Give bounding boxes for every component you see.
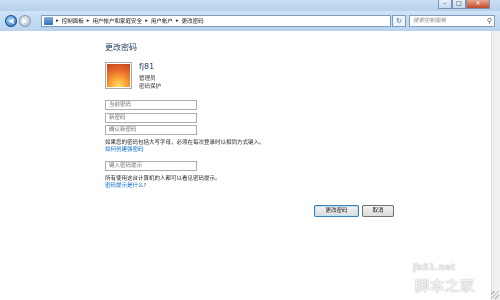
breadcrumb-change-password[interactable]: 更改密码 xyxy=(180,17,206,25)
user-role: 管理员 xyxy=(139,76,156,82)
user-protection-status: 密码保护 xyxy=(139,84,162,90)
breadcrumb-user-accounts-family-safety[interactable]: 用户帐户和家庭安全 xyxy=(91,17,145,25)
watermark-site: jb51.net xyxy=(413,263,456,273)
password-hint-help-link[interactable]: 密码提示是什么? xyxy=(105,181,146,189)
search-icon[interactable]: ⚲ xyxy=(487,16,492,26)
page-title: 更改密码 xyxy=(105,43,137,52)
confirm-password-field[interactable]: 确认新密码 xyxy=(105,125,197,135)
search-placeholder: 搜索控制面板 xyxy=(413,18,447,24)
content-pane xyxy=(0,31,491,300)
close-button[interactable]: ✕ xyxy=(466,0,490,9)
cancel-button[interactable]: 取消 xyxy=(362,205,394,217)
back-arrow-icon: ◀ xyxy=(8,17,14,25)
forward-button[interactable]: ▶ xyxy=(19,15,31,27)
user-name: fj81 xyxy=(139,62,155,71)
refresh-icon: ↻ xyxy=(396,17,402,25)
refresh-button[interactable]: ↻ xyxy=(392,15,406,27)
strong-password-link[interactable]: 如何创建强密码 xyxy=(105,145,144,153)
new-password-field[interactable]: 新密码 xyxy=(105,113,197,123)
search-input[interactable]: 搜索控制面板 ⚲ xyxy=(409,15,495,27)
breadcrumb-user-accounts[interactable]: 用户帐户 xyxy=(149,17,175,25)
password-hint-field[interactable]: 键入密码提示 xyxy=(105,161,197,171)
minimize-button[interactable]: – xyxy=(438,0,452,9)
current-password-field[interactable]: 当前密码 xyxy=(105,100,197,110)
watermark-brand: 脚本之家 xyxy=(415,279,475,295)
control-panel-icon xyxy=(44,17,53,25)
user-avatar xyxy=(105,62,132,89)
navigation-bar: ◀ ▶ ▸ 控制面板 ▸ 用户帐户和家庭安全 ▸ 用户帐户 ▸ 更改密码 ↻ 搜… xyxy=(0,11,500,31)
forward-arrow-icon: ▶ xyxy=(22,17,28,25)
vertical-scrollbar[interactable] xyxy=(491,31,500,300)
change-password-button[interactable]: 更改密码 xyxy=(314,205,359,217)
breadcrumb-control-panel[interactable]: 控制面板 xyxy=(60,17,86,25)
address-bar[interactable]: ▸ 控制面板 ▸ 用户帐户和家庭安全 ▸ 用户帐户 ▸ 更改密码 xyxy=(41,15,391,27)
resize-grip[interactable] xyxy=(491,291,499,299)
back-button[interactable]: ◀ xyxy=(5,15,17,27)
maximize-button[interactable]: □ xyxy=(452,0,466,9)
title-bar: – □ ✕ xyxy=(0,0,500,11)
flower-picture xyxy=(107,64,130,87)
